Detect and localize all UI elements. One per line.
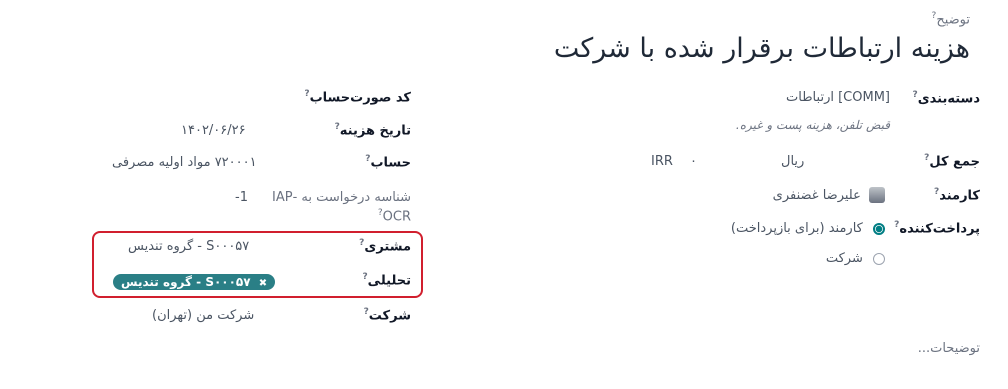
customer-field[interactable]: S۰۰۰۵۷ - گروه تندیس [128, 239, 249, 254]
account-code-label: کد صورت‌حساب? [304, 89, 411, 106]
employee-label: کارمند? [933, 187, 980, 204]
category-label: دسته‌بندی? [912, 90, 981, 107]
radio-selected-icon[interactable] [873, 222, 885, 235]
expense-date-label: تاریخ هزینه? [334, 122, 411, 139]
employee-field[interactable]: علیرضا غضنفری [773, 187, 885, 203]
notes-field[interactable]: توضیحات... [918, 341, 980, 356]
description-label: توضیح? [931, 11, 970, 28]
page-title[interactable]: هزینه ارتباطات برقرار شده با شرکت [554, 33, 970, 64]
currency-code: IRR [651, 154, 673, 169]
total-amount[interactable]: ۰ [690, 154, 697, 169]
currency-select[interactable]: ریال [781, 154, 804, 169]
analytic-label: تحلیلی? [362, 272, 411, 289]
category-field[interactable]: [COMM] ارتباطات [786, 90, 890, 105]
avatar [869, 187, 885, 203]
paid-by-option-employee[interactable]: کارمند (برای بازپرداخت) [731, 221, 885, 236]
expense-date-field[interactable]: ۱۴۰۲/۰۶/۲۶ [181, 123, 246, 138]
paid-by-label: پرداخت‌کننده? [894, 220, 980, 237]
radio-empty-icon[interactable] [873, 252, 885, 265]
paid-by-option-company[interactable]: شرکت [826, 251, 885, 266]
category-hint: قبض تلفن، هزینه پست و غیره. [735, 118, 890, 132]
analytic-tag[interactable]: ✖ S۰۰۰۵۷ - گروه تندیس [113, 274, 276, 290]
account-field[interactable]: ۷۲۰۰۰۱ مواد اولیه مصرفی [112, 155, 257, 170]
company-field[interactable]: شرکت من (تهران) [152, 308, 254, 323]
iap-label: شناسه درخواست به -IAP OCR? [272, 190, 411, 225]
iap-value: -1 [235, 190, 248, 205]
customer-label: مشتری? [359, 238, 411, 255]
account-label: حساب? [365, 154, 411, 171]
company-label: شرکت? [363, 307, 411, 324]
total-label: جمع کل? [924, 153, 980, 170]
remove-tag-icon[interactable]: ✖ [259, 278, 267, 289]
